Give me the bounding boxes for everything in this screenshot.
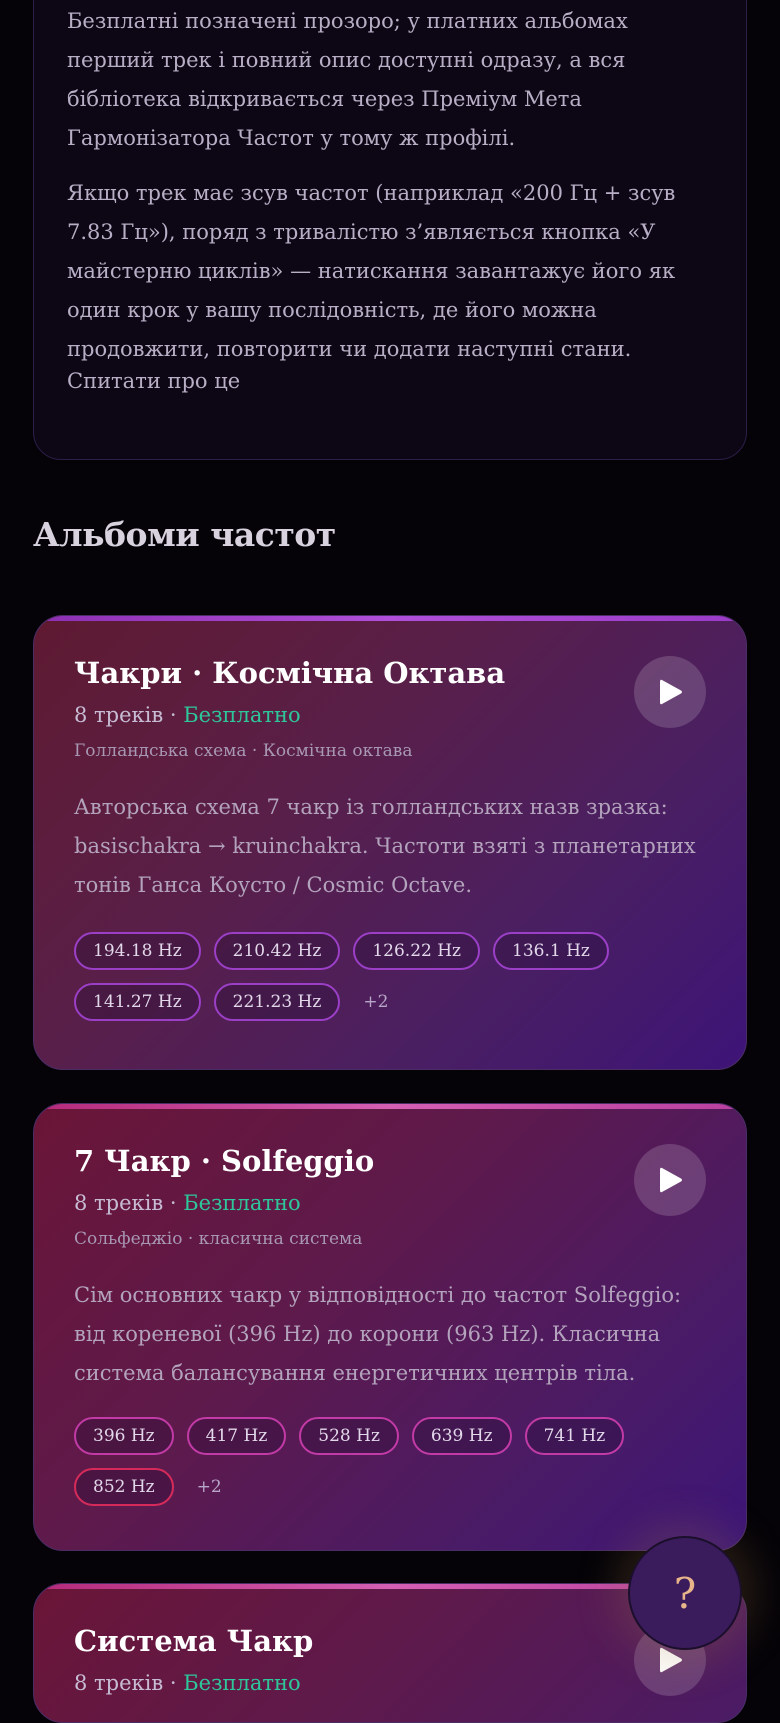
price-badge: Безплатно [183,1671,301,1695]
album-meta: 8 треків · Безплатно [74,1671,301,1695]
album-meta: 8 треків · Безплатно [74,1191,301,1215]
frequency-chip: 417 Hz [186,1417,287,1455]
frequency-chip: 528 Hz [299,1417,399,1455]
frequency-chip: 221.23 Hz [213,983,341,1021]
album-description: Сім основних чакр у відповідності до час… [74,1283,682,1385]
play-icon [660,679,682,705]
frequency-chip: 136.1 Hz [493,932,609,970]
play-icon [660,1167,682,1193]
album-subtitle: Сольфеджіо · класична система [74,1229,363,1249]
more-chips-count[interactable]: +2 [353,992,398,1012]
album-title: Чакри · Космічна Октава [74,656,506,690]
info-paragraph-pricing: Безплатні позначені прозоро; у платних а… [67,9,628,150]
question-icon: ? [673,1568,697,1618]
frequency-chip: 141.27 Hz [74,983,201,1021]
frequency-chip: 126.22 Hz [353,932,481,970]
meta-separator: · [163,703,184,727]
more-chips-count[interactable]: +2 [187,1477,232,1497]
track-count: 8 треків [74,703,164,727]
frequency-chip: 852 Hz [74,1468,174,1506]
album-title: 7 Чакр · Solfeggio [74,1144,375,1178]
frequency-chip: 741 Hz [524,1417,625,1455]
album-card[interactable]: 7 Чакр · Solfeggio 8 треків · Безплатно … [33,1103,747,1551]
track-count: 8 треків [74,1671,164,1695]
meta-separator: · [163,1191,184,1215]
help-button[interactable]: ? [628,1536,742,1650]
album-description: Авторська схема 7 чакр із голландських н… [74,795,696,897]
album-title: Система Чакр [74,1624,314,1658]
album-card[interactable]: Чакри · Космічна Октава 8 треків · Безпл… [33,615,747,1070]
album-subtitle: Голландська схема · Космічна октава [74,741,413,761]
frequency-chip: 210.42 Hz [213,932,341,970]
play-button[interactable] [634,656,706,728]
frequency-chips: 194.18 Hz 210.42 Hz 126.22 Hz 136.1 Hz 1… [74,932,714,1021]
frequency-chip: 194.18 Hz [74,932,201,970]
info-card: Безплатні позначені прозоро; у платних а… [33,0,747,460]
album-meta: 8 треків · Безплатно [74,703,301,727]
ask-about-this-link[interactable]: Спитати про це [67,369,240,393]
price-badge: Безплатно [183,703,301,727]
price-badge: Безплатно [183,1191,301,1215]
info-paragraph-shift: Якщо трек має зсув частот (наприклад «20… [67,181,676,361]
track-count: 8 треків [74,1191,164,1215]
play-button[interactable] [634,1144,706,1216]
frequency-chip: 639 Hz [411,1417,512,1455]
frequency-chips: 396 Hz 417 Hz 528 Hz 639 Hz 741 Hz 852 H… [74,1417,714,1506]
frequency-chip: 396 Hz [74,1417,174,1455]
meta-separator: · [163,1671,184,1695]
section-title: Альбоми частот [33,515,336,554]
